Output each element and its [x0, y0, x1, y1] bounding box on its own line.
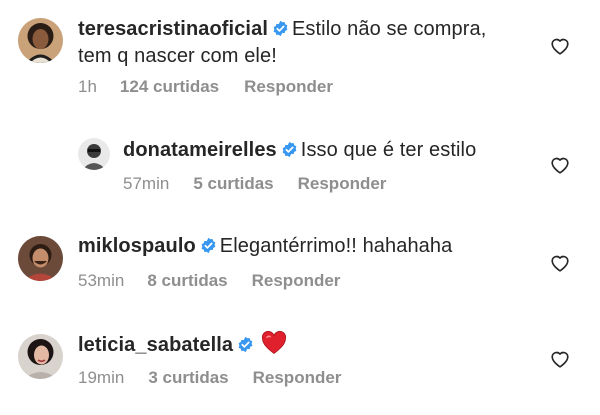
reply-button[interactable]: Responder [298, 174, 387, 193]
comment-username[interactable]: donatameirelles [123, 139, 277, 161]
reply-button[interactable]: Responder [244, 77, 333, 96]
avatar-image [18, 236, 63, 281]
reply-button[interactable]: Responder [253, 368, 342, 387]
comment-text-continued: tem q nascer com ele! [78, 45, 277, 67]
comment-meta: 19min 3 curtidas Responder [78, 367, 341, 389]
comment-item: miklospaulo Elegantérrimo!! hahahaha 53mi… [0, 218, 600, 298]
avatar[interactable] [18, 334, 63, 379]
reply-button[interactable]: Responder [252, 271, 341, 290]
comment-meta: 53min 8 curtidas Responder [78, 270, 340, 292]
comment-meta: 1h 124 curtidas Responder [78, 76, 333, 98]
comment-time: 19min [78, 368, 125, 387]
comment-username[interactable]: miklospaulo [78, 235, 196, 257]
comment-time: 57min [123, 174, 170, 193]
comment-meta: 57min 5 curtidas Responder [123, 173, 386, 195]
comment-time: 53min [78, 271, 125, 290]
comment-likes-count[interactable]: 124 curtidas [120, 77, 219, 96]
comment-item: teresacristinaoficial Estilo não se compr… [0, 0, 600, 110]
comment-item: leticia_sabatella 19min 3 curtidas Respond… [0, 316, 600, 406]
comment-likes-count[interactable]: 5 curtidas [193, 174, 273, 193]
like-heart-icon[interactable] [549, 252, 571, 274]
like-heart-icon[interactable] [549, 35, 571, 57]
verified-badge-icon [237, 334, 254, 361]
avatar[interactable] [18, 236, 63, 281]
comment-text: Elegantérrimo!! hahahaha [219, 235, 453, 257]
comment-text: Isso que é ter estilo [300, 139, 477, 161]
comment-likes-count[interactable]: 3 curtidas [148, 368, 228, 387]
comment-first-line: teresacristinaoficial Estilo não se compr… [78, 16, 486, 45]
comment-first-line: miklospaulo Elegantérrimo!! hahahaha [78, 233, 452, 262]
red-heart-emoji [261, 330, 287, 363]
comment-first-line: leticia_sabatella [78, 330, 287, 363]
comment-first-line: donatameirelles Isso que é ter estilo [123, 137, 476, 166]
like-heart-icon[interactable] [549, 154, 571, 176]
comment-likes-count[interactable]: 8 curtidas [147, 271, 227, 290]
verified-badge-icon [281, 139, 298, 166]
comment-time: 1h [78, 77, 97, 96]
comment-username[interactable]: leticia_sabatella [78, 334, 233, 356]
comment-username[interactable]: teresacristinaoficial [78, 18, 268, 40]
avatar-image [18, 18, 63, 63]
verified-badge-icon [272, 18, 289, 45]
avatar-image [18, 334, 63, 379]
like-heart-icon[interactable] [549, 348, 571, 370]
avatar[interactable] [18, 18, 63, 63]
comment-item: donatameirelles Isso que é ter estilo 57m… [0, 120, 600, 200]
avatar[interactable] [78, 138, 110, 170]
avatar-image [78, 138, 110, 170]
comment-text: Estilo não se compra, [291, 18, 487, 40]
verified-badge-icon [200, 235, 217, 262]
